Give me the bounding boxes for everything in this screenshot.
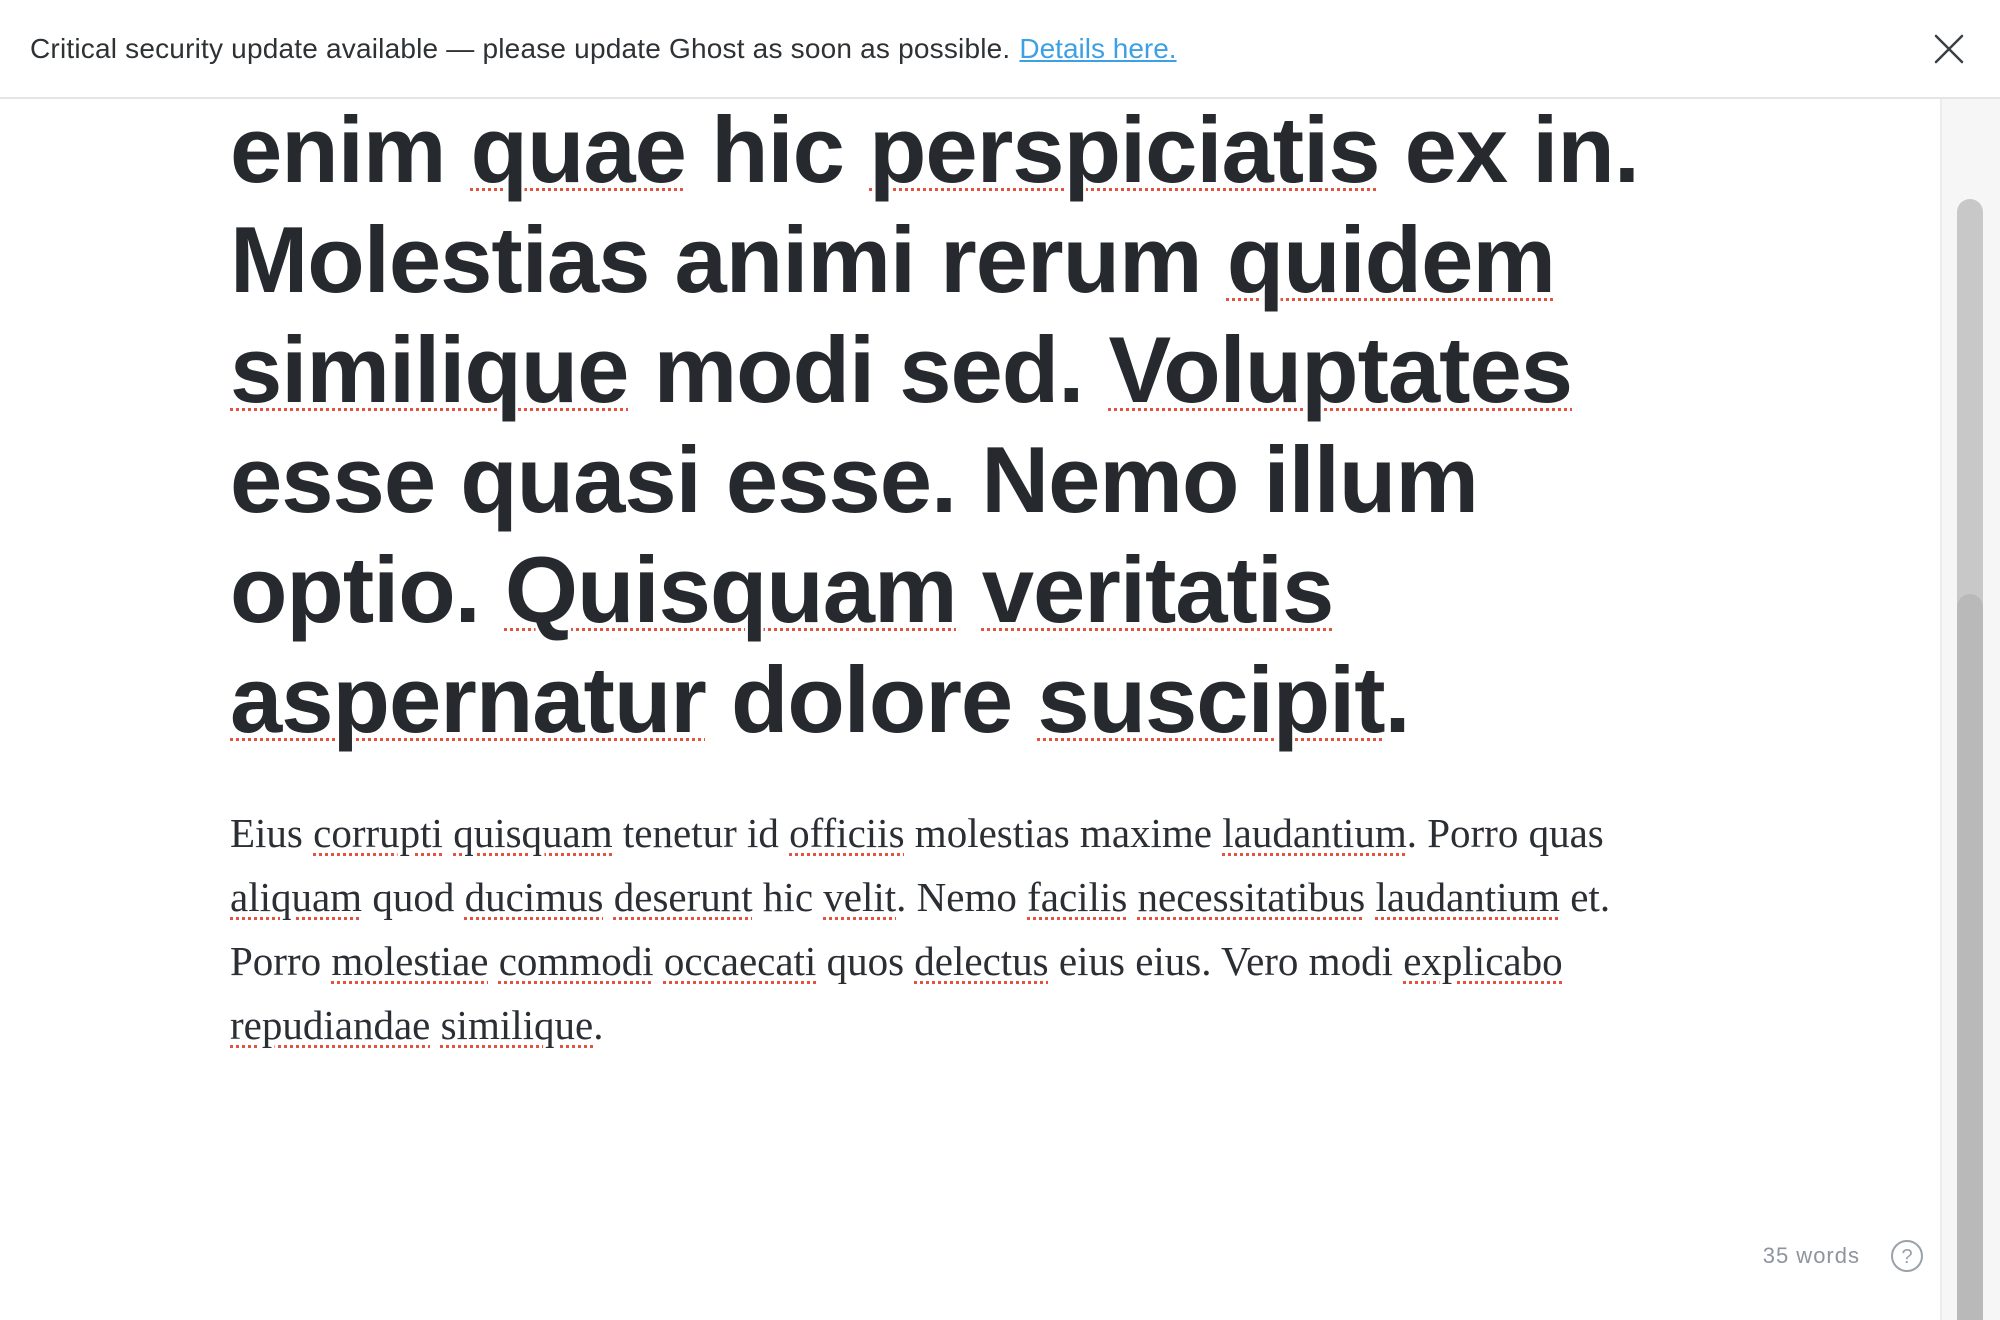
title-word: quae: [470, 97, 687, 202]
body-word: Porro: [1427, 810, 1519, 856]
details-link[interactable]: Details here.: [1019, 33, 1176, 65]
title-word: .: [1384, 647, 1411, 752]
body-word: Nemo: [916, 874, 1017, 920]
body-word: et.: [1570, 874, 1611, 920]
title-word: quidem: [1226, 207, 1556, 312]
body-word: molestiae: [331, 938, 489, 984]
body-word: delectus: [914, 938, 1049, 984]
body-word: Vero: [1221, 938, 1299, 984]
body-word: modi: [1308, 938, 1393, 984]
body-word: Eius: [230, 810, 303, 856]
body-word: id: [746, 810, 779, 856]
body-word: quas: [1528, 810, 1604, 856]
body-word: deserunt: [613, 874, 753, 920]
title-word: enim: [230, 97, 446, 202]
title-word: suscipit: [1037, 647, 1385, 752]
security-update-banner: Critical security update available — ple…: [0, 0, 2000, 99]
body-word: tenetur: [622, 810, 737, 856]
body-word: .: [593, 1002, 604, 1048]
title-word: illum: [1263, 427, 1479, 532]
body-word: explicabo: [1403, 938, 1563, 984]
body-word: repudiandae: [230, 1002, 431, 1048]
title-word: aspernatur: [230, 647, 707, 752]
title-word: Voluptates: [1108, 317, 1573, 422]
help-icon[interactable]: ?: [1890, 1239, 1924, 1273]
body-word: occaecati: [663, 938, 817, 984]
title-word: similique: [230, 317, 629, 422]
title-word: Molestias: [230, 207, 650, 312]
title-word: modi: [653, 317, 876, 422]
body-word: maxime: [1079, 810, 1212, 856]
body-word: hic: [762, 874, 814, 920]
body-word: molestias: [914, 810, 1070, 856]
ghost-editor-app: exceptuturi. Quidem atque dolore enim qu…: [0, 0, 2000, 1320]
title-word: in.: [1532, 97, 1640, 202]
editor-canvas[interactable]: exceptuturi. Quidem atque dolore enim qu…: [0, 0, 1940, 1320]
body-word: laudantium: [1222, 810, 1407, 856]
body-word: officiis: [789, 810, 905, 856]
title-word: optio.: [230, 537, 481, 642]
body-word: velit: [823, 874, 897, 920]
post-title[interactable]: exceptuturi. Quidem atque dolore enim qu…: [230, 0, 1730, 755]
body-word: eius: [1058, 938, 1125, 984]
title-word: esse.: [725, 427, 957, 532]
title-word: dolore: [730, 647, 1013, 752]
body-word: necessitatibus: [1137, 874, 1366, 920]
title-word: veritatis: [981, 537, 1335, 642]
title-word: animi: [674, 207, 917, 312]
body-word: quod: [372, 874, 455, 920]
body-word: facilis: [1027, 874, 1128, 920]
svg-text:?: ?: [1901, 1246, 1912, 1268]
title-word: Nemo: [981, 427, 1239, 532]
post-body-paragraph[interactable]: Eius corrupti quisquam tenetur id offici…: [230, 801, 1670, 1057]
body-word: .: [896, 874, 907, 920]
title-word: rerum: [940, 207, 1202, 312]
body-word: Porro: [230, 938, 322, 984]
word-count: 35 words: [1762, 1243, 1860, 1268]
title-word: esse: [230, 427, 436, 532]
body-word: quos: [826, 938, 905, 984]
title-word: sed.: [899, 317, 1084, 422]
body-word: commodi: [498, 938, 654, 984]
banner-message: Critical security update available — ple…: [30, 32, 1011, 64]
scrollbar-thumb[interactable]: [1957, 594, 1983, 1320]
body-word: corrupti: [313, 810, 443, 856]
close-icon[interactable]: [1930, 30, 1968, 68]
body-word: ducimus: [464, 874, 604, 920]
title-word: perspiciatis: [869, 97, 1380, 202]
body-word: .: [1406, 810, 1417, 856]
title-word: ex: [1404, 97, 1509, 202]
body-word: similique: [440, 1002, 594, 1048]
body-word: quisquam: [453, 810, 613, 856]
vertical-scrollbar[interactable]: [1940, 99, 2000, 1320]
title-word: Quisquam: [504, 537, 958, 642]
editor-content: exceptuturi. Quidem atque dolore enim qu…: [230, 0, 1730, 1057]
body-word: laudantium: [1375, 874, 1560, 920]
title-word: quasi: [460, 427, 702, 532]
body-word: aliquam: [230, 874, 363, 920]
body-word: eius.: [1135, 938, 1212, 984]
title-word: hic: [711, 97, 845, 202]
